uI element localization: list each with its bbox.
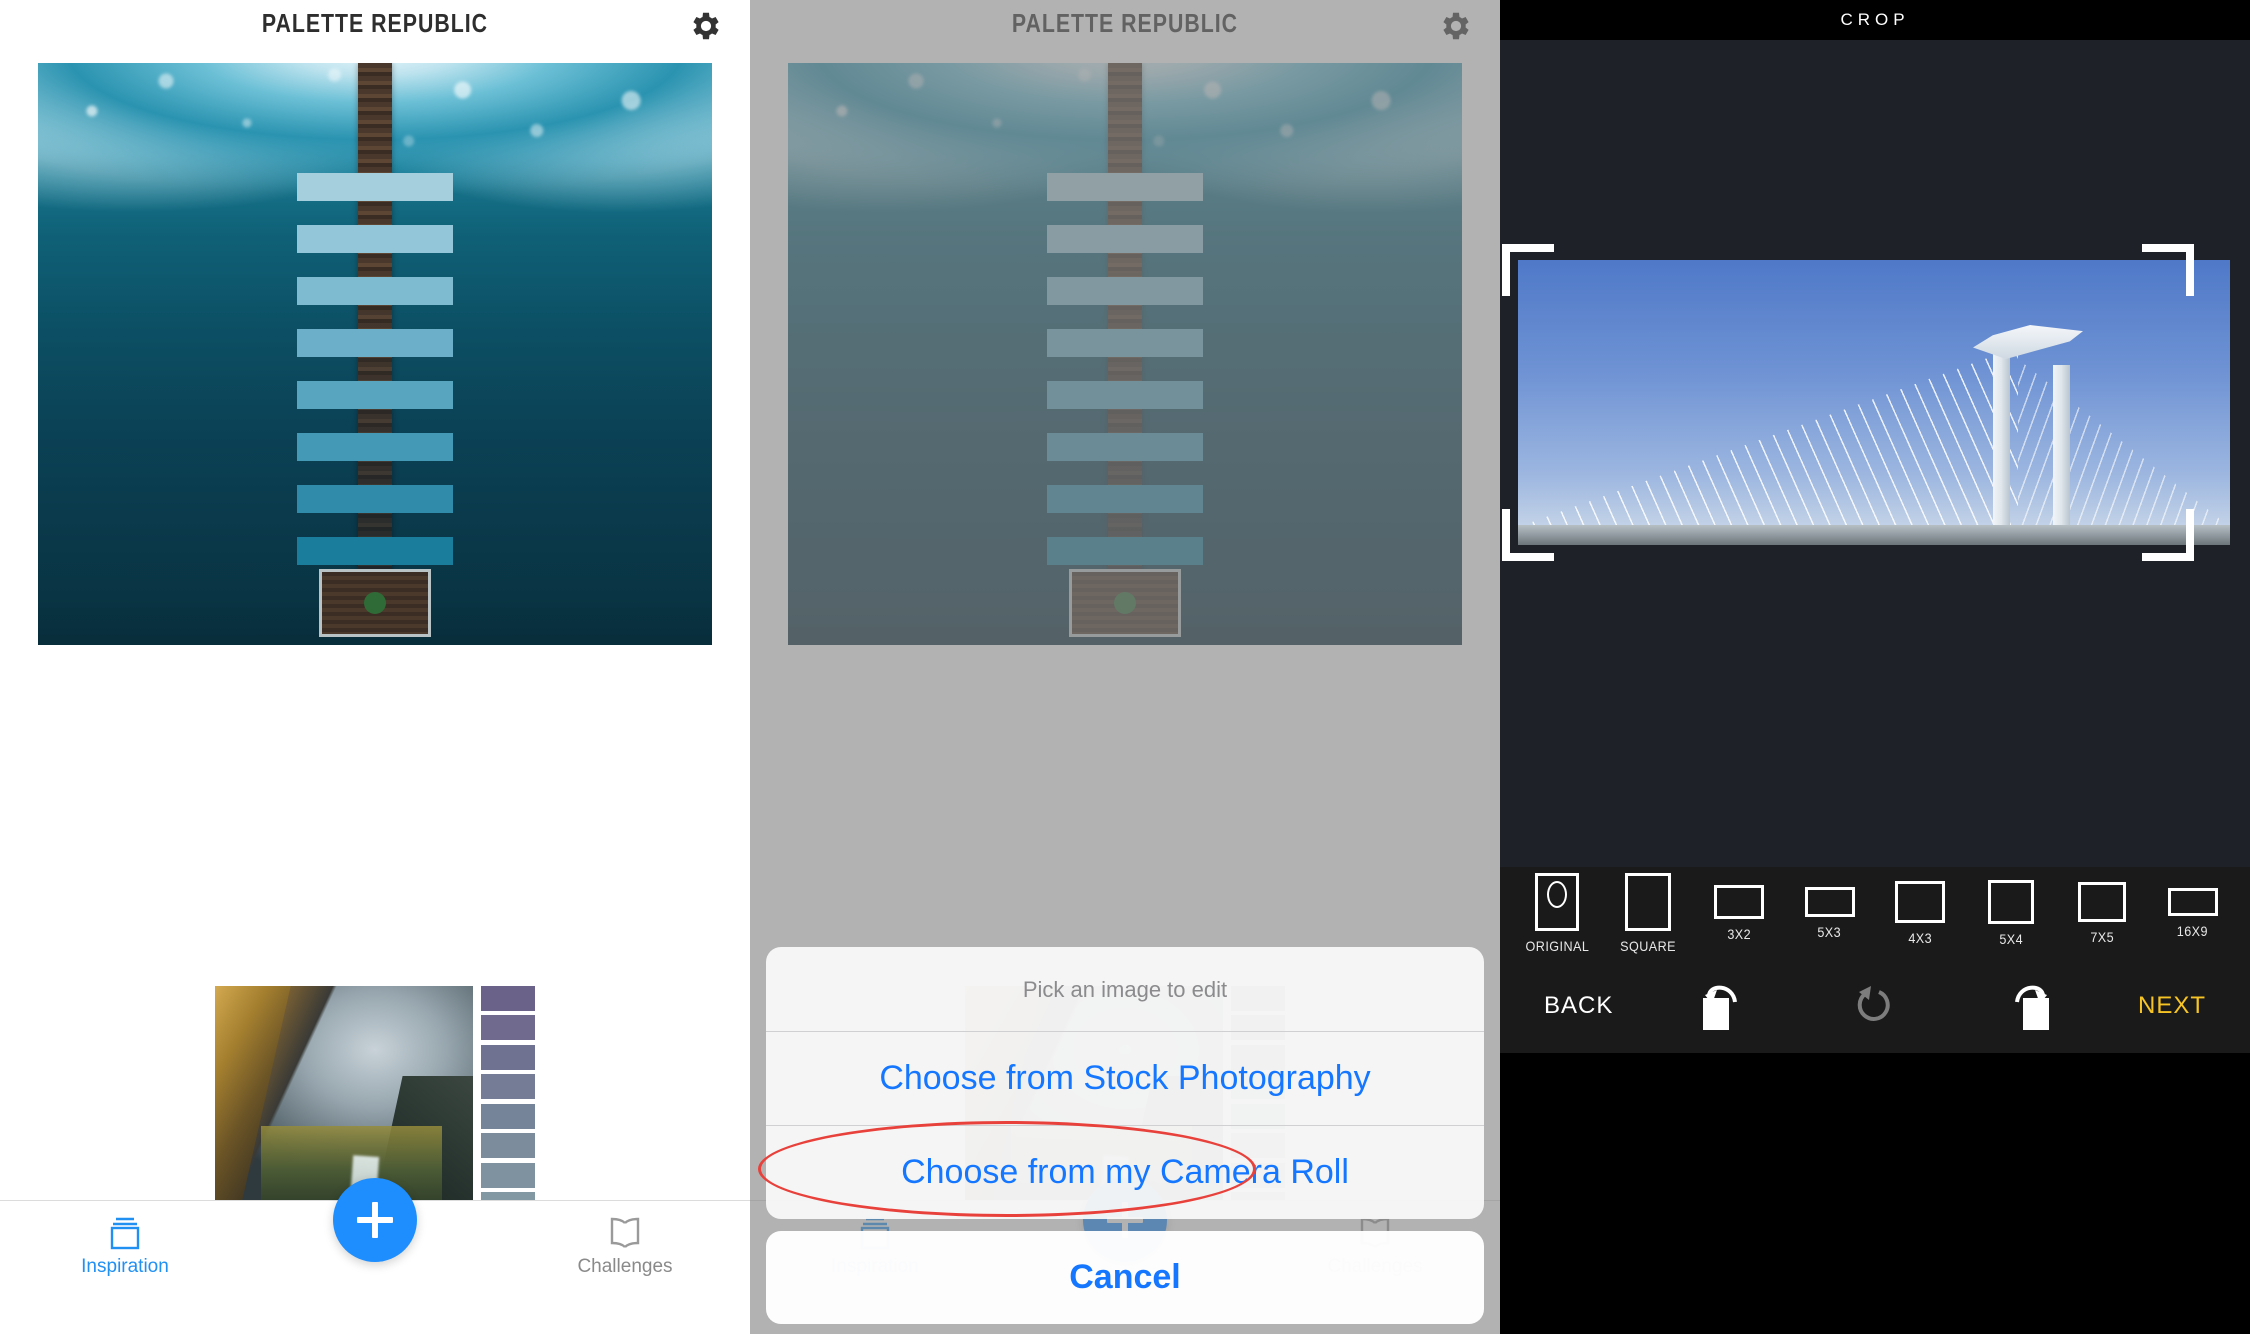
crop-stage[interactable]: ORIGINAL SQUARE 3X2 5X3 4X3 5X4 7X5 16X9 BACK <box>1500 40 2250 1053</box>
bridge-pylon-right <box>2053 365 2070 527</box>
ratio-box-icon <box>1713 884 1764 919</box>
bridge-pylon-left <box>1993 347 2010 527</box>
ratio-box-icon <box>2167 887 2218 916</box>
next-button[interactable]: NEXT <box>2138 992 2206 1020</box>
bridge-cables-left <box>1518 347 2018 527</box>
ratio-box-icon <box>1804 886 1855 917</box>
ratio-box-icon <box>1988 879 2035 924</box>
palette-swatch[interactable] <box>297 173 453 201</box>
ratio-option-5x4[interactable]: 5X4 <box>1969 879 2053 947</box>
ratio-label: 5X3 <box>1817 923 1842 940</box>
app-header: PALETTE REPUBLIC <box>0 0 750 46</box>
feed-scroll-area[interactable]: Inspiration Challenges <box>0 46 750 1290</box>
ratio-label: 16X9 <box>2177 922 2209 939</box>
crop-image-preview[interactable] <box>1518 260 2230 545</box>
cancel-button[interactable]: Cancel <box>766 1231 1484 1324</box>
add-palette-button[interactable] <box>333 1178 417 1262</box>
back-button[interactable]: BACK <box>1544 992 1613 1020</box>
aspect-ratio-bar: ORIGINAL SQUARE 3X2 5X3 4X3 5X4 7X5 16X9 <box>1500 867 2250 959</box>
book-open-icon <box>605 1214 645 1252</box>
bridge-deck <box>1518 525 2230 545</box>
tab-challenges[interactable]: Challenges <box>500 1214 750 1278</box>
ratio-box-icon <box>1895 880 1946 923</box>
screen-inspiration-feed: PALETTE REPUBLIC Inspiration Challenges <box>0 0 750 1334</box>
ratio-label: SQUARE <box>1620 937 1677 954</box>
page-title: PALETTE REPUBLIC <box>261 7 489 38</box>
ratio-box-icon <box>1625 872 1672 931</box>
palette-swatch[interactable] <box>297 381 453 409</box>
screenshot-root: PALETTE REPUBLIC Inspiration Challenges … <box>0 0 2250 1334</box>
palette-swatch[interactable] <box>297 537 453 565</box>
cards-stack-icon <box>106 1214 144 1252</box>
rotate-left-icon[interactable] <box>1699 976 1761 1036</box>
crop-title: CROP <box>1840 10 1910 29</box>
ratio-label: 4X3 <box>1908 929 1933 946</box>
ratio-box-icon <box>2077 881 2126 922</box>
ratio-label: 3X2 <box>1726 925 1751 942</box>
screen-crop-editor: CROP ORIGINAL SQUARE 3X2 5X3 4X3 5X4 7X5… <box>1500 0 2250 1334</box>
action-sheet-title: Pick an image to edit <box>1022 977 1228 1002</box>
palette-swatch[interactable] <box>481 1074 535 1100</box>
crop-toolbar: BACK NEXT <box>1500 959 2250 1053</box>
ratio-option-5x3[interactable]: 5X3 <box>1788 886 1872 940</box>
palette-card-main[interactable] <box>38 63 712 645</box>
palette-swatch[interactable] <box>481 1044 535 1070</box>
oval-icon <box>1547 880 1568 908</box>
palette-swatch[interactable] <box>297 329 453 357</box>
ratio-option-4x3[interactable]: 4X3 <box>1878 880 1962 946</box>
reset-rotation-icon[interactable] <box>1845 976 1907 1036</box>
palette-swatch[interactable] <box>297 277 453 305</box>
palette-swatch[interactable] <box>481 1103 535 1129</box>
gear-icon <box>693 12 719 40</box>
tab-challenges-label: Challenges <box>577 1255 673 1277</box>
crop-header: CROP <box>1500 0 2250 40</box>
action-sheet: Pick an image to edit Choose from Stock … <box>766 947 1484 1324</box>
ratio-option-original[interactable]: ORIGINAL <box>1515 872 1599 954</box>
action-choose-stock[interactable]: Choose from Stock Photography <box>766 1031 1484 1125</box>
bridge-pylon-crown <box>1973 325 2083 359</box>
ratio-option-7x5[interactable]: 7X5 <box>2060 881 2144 945</box>
palette-swatch[interactable] <box>297 485 453 513</box>
palette-swatch[interactable] <box>481 1162 535 1188</box>
plus-icon <box>355 1200 395 1240</box>
palette-swatch[interactable] <box>297 225 453 253</box>
ratio-option-3x2[interactable]: 3X2 <box>1697 884 1781 942</box>
palette-swatch[interactable] <box>481 986 535 1011</box>
palette-swatch[interactable] <box>481 1133 535 1159</box>
action-choose-camera-roll[interactable]: Choose from my Camera Roll <box>766 1125 1484 1219</box>
settings-button[interactable] <box>684 4 728 48</box>
tab-inspiration[interactable]: Inspiration <box>0 1214 250 1278</box>
screen-image-source-sheet: PALETTE REPUBLIC <box>750 0 1500 1334</box>
ratio-option-16x9[interactable]: 16X9 <box>2151 887 2235 939</box>
action-sheet-group: Pick an image to edit Choose from Stock … <box>766 947 1484 1219</box>
ratio-label: ORIGINAL <box>1525 937 1590 954</box>
palette-swatch[interactable] <box>297 433 453 461</box>
ratio-label: 7X5 <box>2089 928 2114 945</box>
palette-swatch-list <box>38 63 712 645</box>
palette-swatch[interactable] <box>481 1015 535 1041</box>
ratio-label: 5X4 <box>1999 930 2024 947</box>
tab-inspiration-label: Inspiration <box>81 1255 169 1277</box>
rotate-right-icon[interactable] <box>1991 976 2053 1036</box>
ratio-box-icon <box>1535 872 1580 931</box>
ratio-option-square[interactable]: SQUARE <box>1606 872 1690 954</box>
bridge-cables-right <box>2018 359 2230 527</box>
